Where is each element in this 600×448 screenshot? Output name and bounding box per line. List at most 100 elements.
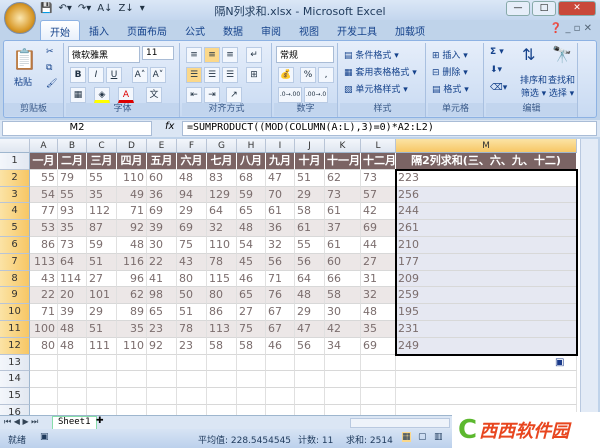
data-cell[interactable]: 47 [295, 321, 325, 338]
conditional-format-button[interactable]: ▤ 条件格式 ▾ [344, 48, 399, 61]
format-painter-icon[interactable]: 🖌 [46, 79, 57, 89]
shrink-font-button[interactable]: A˅ [150, 67, 166, 83]
empty-cell[interactable] [266, 388, 295, 405]
column-header-G[interactable]: G [207, 139, 237, 153]
column-header-D[interactable]: D [117, 139, 147, 153]
data-cell[interactable]: 113 [30, 253, 58, 271]
data-cell[interactable]: 101 [87, 287, 117, 305]
empty-cell[interactable] [207, 405, 237, 415]
data-cell[interactable]: 32 [266, 237, 295, 254]
empty-cell[interactable] [117, 405, 147, 415]
data-cell[interactable]: 59 [87, 237, 117, 254]
empty-cell[interactable] [361, 371, 396, 389]
fx-icon[interactable]: fx [165, 121, 174, 132]
increase-decimal-button[interactable]: .0→.00 [278, 87, 302, 103]
data-cell[interactable]: 115 [207, 270, 237, 288]
sheet-nav-icons[interactable]: ⏮ ◀ ▶ ⏭ [4, 417, 38, 427]
number-format-select[interactable]: 常规 [276, 46, 334, 63]
tab-formulas[interactable]: 公式 [176, 20, 214, 40]
merge-center-icon[interactable]: ⊞ [246, 67, 262, 83]
border-icon[interactable]: ▦ [70, 87, 86, 103]
data-cell[interactable]: 86 [207, 304, 237, 321]
data-cell[interactable]: 62 [325, 169, 361, 187]
tab-insert[interactable]: 插入 [80, 20, 118, 40]
empty-cell[interactable] [177, 354, 207, 372]
empty-cell[interactable] [325, 405, 361, 415]
sort-filter-icon[interactable]: ⇅ [522, 45, 535, 64]
data-cell[interactable]: 71 [30, 304, 58, 321]
delete-cells-button[interactable]: ⊟ 删除 ▾ [432, 65, 468, 78]
font-size-select[interactable]: 11 [142, 46, 174, 60]
align-middle-icon[interactable]: ≡ [204, 47, 220, 63]
empty-cell[interactable] [295, 405, 325, 415]
tab-developer[interactable]: 开发工具 [328, 20, 386, 40]
bold-button[interactable]: B [70, 67, 86, 83]
header-cell[interactable]: 五月 [147, 153, 177, 170]
sheet-tab-sheet1[interactable]: Sheet1 [52, 416, 97, 430]
data-cell[interactable]: 75 [237, 321, 266, 338]
data-cell[interactable]: 64 [207, 203, 237, 221]
empty-cell[interactable] [117, 388, 147, 405]
empty-cell[interactable] [87, 388, 117, 405]
data-cell[interactable]: 75 [177, 237, 207, 254]
data-cell[interactable]: 51 [87, 253, 117, 271]
data-cell[interactable]: 32 [361, 287, 396, 305]
data-cell[interactable]: 83 [207, 169, 237, 187]
data-cell[interactable]: 64 [295, 270, 325, 288]
empty-cell[interactable] [30, 388, 58, 405]
decrease-indent-icon[interactable]: ⇤ [186, 87, 202, 103]
wrap-text-icon[interactable]: ↵ [246, 47, 262, 63]
row-header-6[interactable]: 6 [0, 237, 30, 254]
data-cell[interactable]: 43 [30, 270, 58, 288]
data-cell[interactable]: 20 [58, 287, 87, 305]
data-cell[interactable]: 78 [177, 321, 207, 338]
name-box[interactable]: M2 [2, 121, 152, 136]
row-header-4[interactable]: 4 [0, 203, 30, 221]
row-header-13[interactable]: 13 [0, 354, 30, 372]
font-name-select[interactable]: 微软雅黑 [68, 46, 140, 63]
row-header-8[interactable]: 8 [0, 270, 30, 288]
header-cell[interactable]: 九月 [266, 153, 295, 170]
empty-cell[interactable] [295, 354, 325, 372]
data-cell[interactable]: 51 [295, 169, 325, 187]
data-cell[interactable]: 77 [30, 203, 58, 221]
data-cell[interactable]: 65 [237, 287, 266, 305]
paste-button[interactable]: 粘贴 [14, 75, 32, 88]
data-cell[interactable]: 58 [207, 337, 237, 355]
data-cell[interactable]: 27 [237, 304, 266, 321]
tab-addins[interactable]: 加载项 [386, 20, 434, 40]
data-cell[interactable]: 58 [325, 287, 361, 305]
data-cell[interactable]: 70 [266, 186, 295, 204]
empty-cell[interactable] [117, 354, 147, 372]
data-cell[interactable]: 42 [325, 321, 361, 338]
data-cell[interactable]: 71 [266, 270, 295, 288]
fill-color-icon[interactable]: ◈ [94, 87, 110, 103]
header-cell[interactable]: 二月 [58, 153, 87, 170]
column-header-M[interactable]: M [396, 139, 577, 153]
row-header-15[interactable]: 15 [0, 388, 30, 405]
data-cell[interactable]: 53 [30, 220, 58, 237]
empty-cell[interactable] [396, 371, 577, 389]
data-cell[interactable]: 42 [361, 203, 396, 221]
data-cell[interactable]: 58 [295, 203, 325, 221]
empty-cell[interactable] [361, 354, 396, 372]
data-cell[interactable]: 46 [266, 337, 295, 355]
data-cell[interactable]: 45 [237, 253, 266, 271]
data-cell[interactable]: 29 [295, 304, 325, 321]
row-header-1[interactable]: 1 [0, 153, 30, 170]
data-cell[interactable]: 51 [177, 304, 207, 321]
data-cell[interactable]: 92 [117, 220, 147, 237]
empty-cell[interactable] [237, 388, 266, 405]
find-select-icon[interactable]: 🔭 [552, 45, 572, 64]
empty-cell[interactable] [177, 405, 207, 415]
data-cell[interactable]: 22 [147, 253, 177, 271]
empty-cell[interactable] [58, 371, 87, 389]
align-bottom-icon[interactable]: ≡ [222, 47, 238, 63]
empty-cell[interactable] [325, 354, 361, 372]
phonetic-icon[interactable]: 文 [146, 87, 162, 103]
empty-cell[interactable] [207, 354, 237, 372]
copy-icon[interactable]: ⧉ [46, 63, 52, 73]
data-cell[interactable]: 35 [117, 321, 147, 338]
data-cell[interactable]: 68 [237, 169, 266, 187]
data-cell[interactable]: 65 [147, 304, 177, 321]
